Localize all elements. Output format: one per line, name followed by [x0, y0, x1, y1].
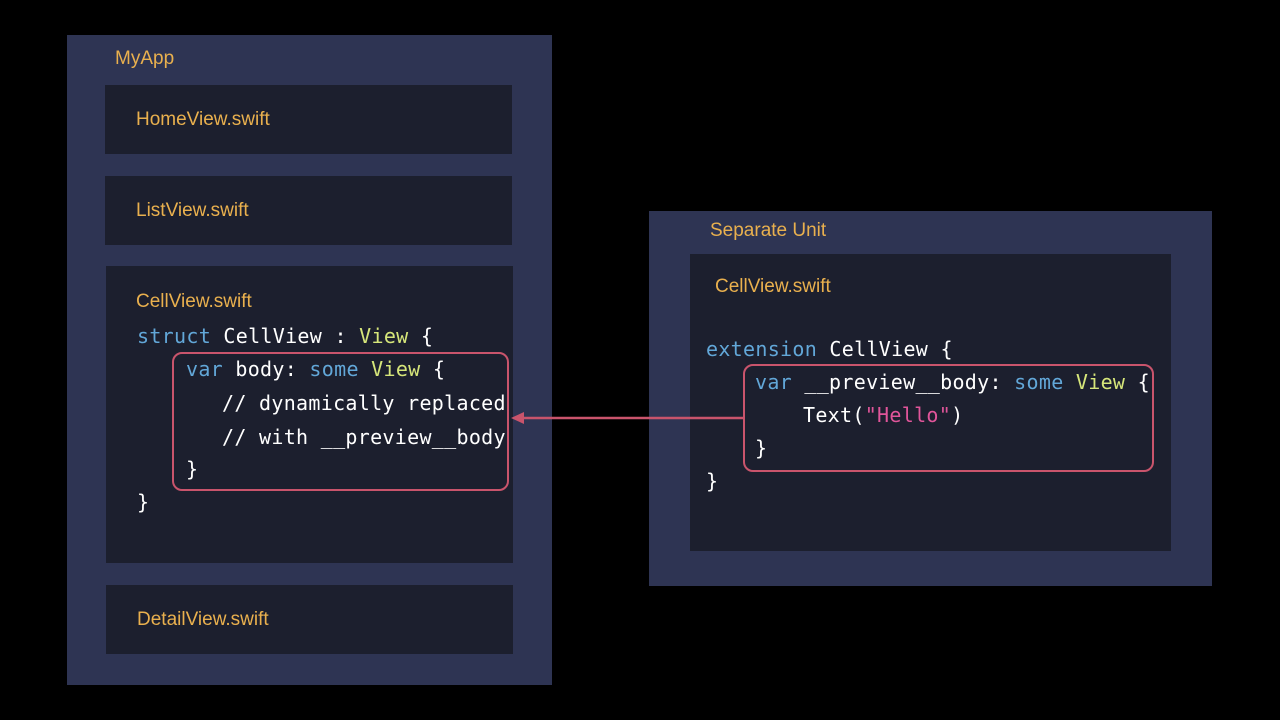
arrow-head: [511, 412, 524, 424]
replacement-arrow: [511, 412, 743, 424]
